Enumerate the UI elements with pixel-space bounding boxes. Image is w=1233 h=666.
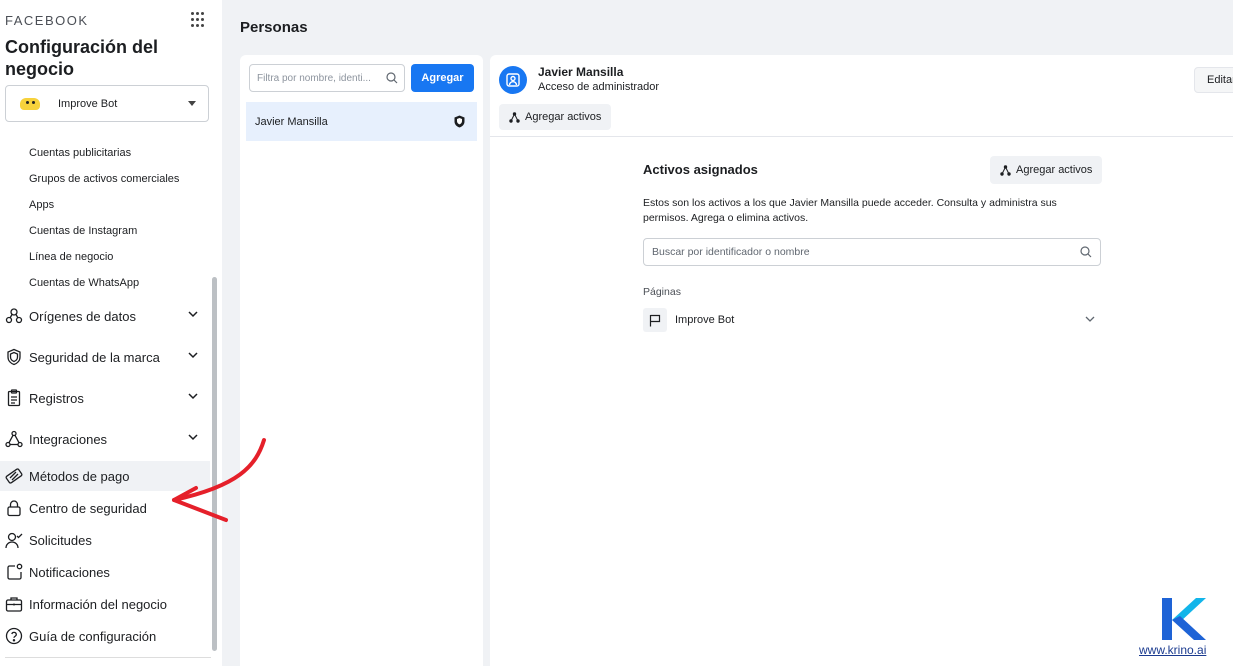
chevron-down-icon — [188, 311, 198, 318]
krino-logo — [1162, 598, 1206, 640]
notification-icon — [5, 563, 23, 581]
admin-shield-icon — [454, 115, 465, 128]
sidebar-item-instagram[interactable]: Cuentas de Instagram — [29, 221, 179, 247]
caret-down-icon — [188, 101, 196, 106]
page-name: Improve Bot — [675, 314, 735, 326]
annotation-arrow — [172, 438, 266, 522]
page-title: Configuración del negocio — [5, 37, 158, 79]
sidebar-item-label: Integraciones — [29, 431, 108, 447]
assets-description: Estos son los activos a los que Javier M… — [643, 197, 1057, 224]
sidebar-item-ad-accounts[interactable]: Cuentas publicitarias — [29, 143, 179, 169]
add-assets-button[interactable]: Agregar activos — [499, 104, 612, 130]
data-sources-icon — [5, 307, 23, 325]
help-icon — [5, 627, 23, 645]
integrations-icon — [5, 430, 23, 448]
sidebar-item-asset-groups[interactable]: Grupos de activos comerciales — [29, 169, 179, 195]
sidebar: FACEBOOK Configuración del negocio Impro… — [0, 0, 222, 666]
sidebar-item-label: Métodos de pago — [29, 468, 130, 484]
flag-icon — [643, 308, 667, 332]
add-assets-label: Agregar activos — [1016, 164, 1093, 176]
lock-icon — [5, 499, 23, 517]
chevron-down-icon[interactable] — [1085, 316, 1095, 322]
person-name: Javier Mansilla — [255, 115, 328, 128]
user-badge-icon — [499, 66, 527, 94]
accounts-submenu: Cuentas publicitarias Grupos de activos … — [29, 143, 179, 299]
sidebar-item-label: Solicitudes — [29, 532, 92, 548]
person-name-heading: Javier Mansilla — [538, 65, 624, 79]
add-assets-label: Agregar activos — [525, 111, 602, 123]
sidebar-item-label: Notificaciones — [29, 564, 110, 580]
sidebar-item-label: Guía de configuración — [29, 628, 157, 644]
people-list-panel: Filtra por nombre, identi... Agregar Jav… — [240, 55, 483, 666]
facebook-brand: FACEBOOK — [5, 13, 89, 28]
search-icon — [386, 72, 398, 84]
briefcase-icon — [5, 595, 23, 613]
sidebar-item-setup-guide[interactable]: Guía de configuración — [0, 621, 210, 651]
apps-grid-icon[interactable] — [191, 12, 207, 28]
sidebar-item-label: Centro de seguridad — [29, 500, 147, 516]
chevron-down-icon — [188, 393, 198, 400]
sidebar-item-line-of-business[interactable]: Línea de negocio — [29, 247, 179, 273]
assets-search-placeholder: Buscar por identificador o nombre — [652, 246, 810, 258]
sidebar-item-requests[interactable]: Solicitudes — [0, 525, 210, 555]
sidebar-item-data-sources[interactable]: Orígenes de datos — [0, 301, 210, 331]
shield-icon — [5, 348, 23, 366]
bot-avatar-icon — [16, 92, 44, 116]
payment-icon — [5, 467, 23, 485]
sidebar-item-business-info[interactable]: Información del negocio — [0, 589, 210, 619]
section-title: Personas — [240, 19, 308, 36]
account-name: Improve Bot — [58, 97, 118, 110]
access-level-text: Acceso de administrador — [538, 81, 660, 93]
page-list-item[interactable]: Improve Bot — [643, 308, 1101, 332]
sidebar-item-label: Seguridad de la marca — [29, 349, 160, 365]
share-nodes-icon — [1000, 164, 1011, 176]
person-detail-header: Javier Mansilla Acceso de administrador … — [490, 55, 1233, 137]
sidebar-item-apps[interactable]: Apps — [29, 195, 179, 221]
sidebar-item-whatsapp[interactable]: Cuentas de WhatsApp — [29, 273, 179, 299]
assigned-assets-title: Activos asignados — [643, 162, 758, 177]
account-selector[interactable]: Improve Bot — [5, 85, 209, 122]
pages-section-label: Páginas — [643, 286, 681, 298]
sidebar-item-brand-safety[interactable]: Seguridad de la marca — [0, 342, 210, 372]
search-icon — [1080, 246, 1092, 258]
sidebar-item-label: Información del negocio — [29, 596, 168, 612]
watermark-url[interactable]: www.krino.ai — [1139, 643, 1206, 657]
divider — [5, 657, 211, 658]
person-check-icon — [5, 531, 23, 549]
chevron-down-icon — [188, 352, 198, 359]
add-assets-secondary-button[interactable]: Agregar activos — [990, 156, 1103, 184]
filter-placeholder: Filtra por nombre, identi... — [257, 72, 371, 84]
person-detail-panel: Javier Mansilla Acceso de administrador … — [490, 55, 1233, 666]
sidebar-item-label: Registros — [29, 390, 84, 406]
person-list-item[interactable]: Javier Mansilla — [246, 102, 477, 141]
assets-search-input[interactable]: Buscar por identificador o nombre — [643, 238, 1101, 266]
sidebar-item-label: Orígenes de datos — [29, 308, 136, 324]
edit-button[interactable]: Editar — [1194, 67, 1233, 93]
add-person-button[interactable]: Agregar — [411, 64, 474, 92]
people-filter-input[interactable]: Filtra por nombre, identi... — [249, 64, 405, 92]
sidebar-item-notifications[interactable]: Notificaciones — [0, 557, 210, 587]
share-nodes-icon — [509, 111, 520, 123]
sidebar-item-logs[interactable]: Registros — [0, 383, 210, 413]
clipboard-icon — [5, 389, 23, 407]
